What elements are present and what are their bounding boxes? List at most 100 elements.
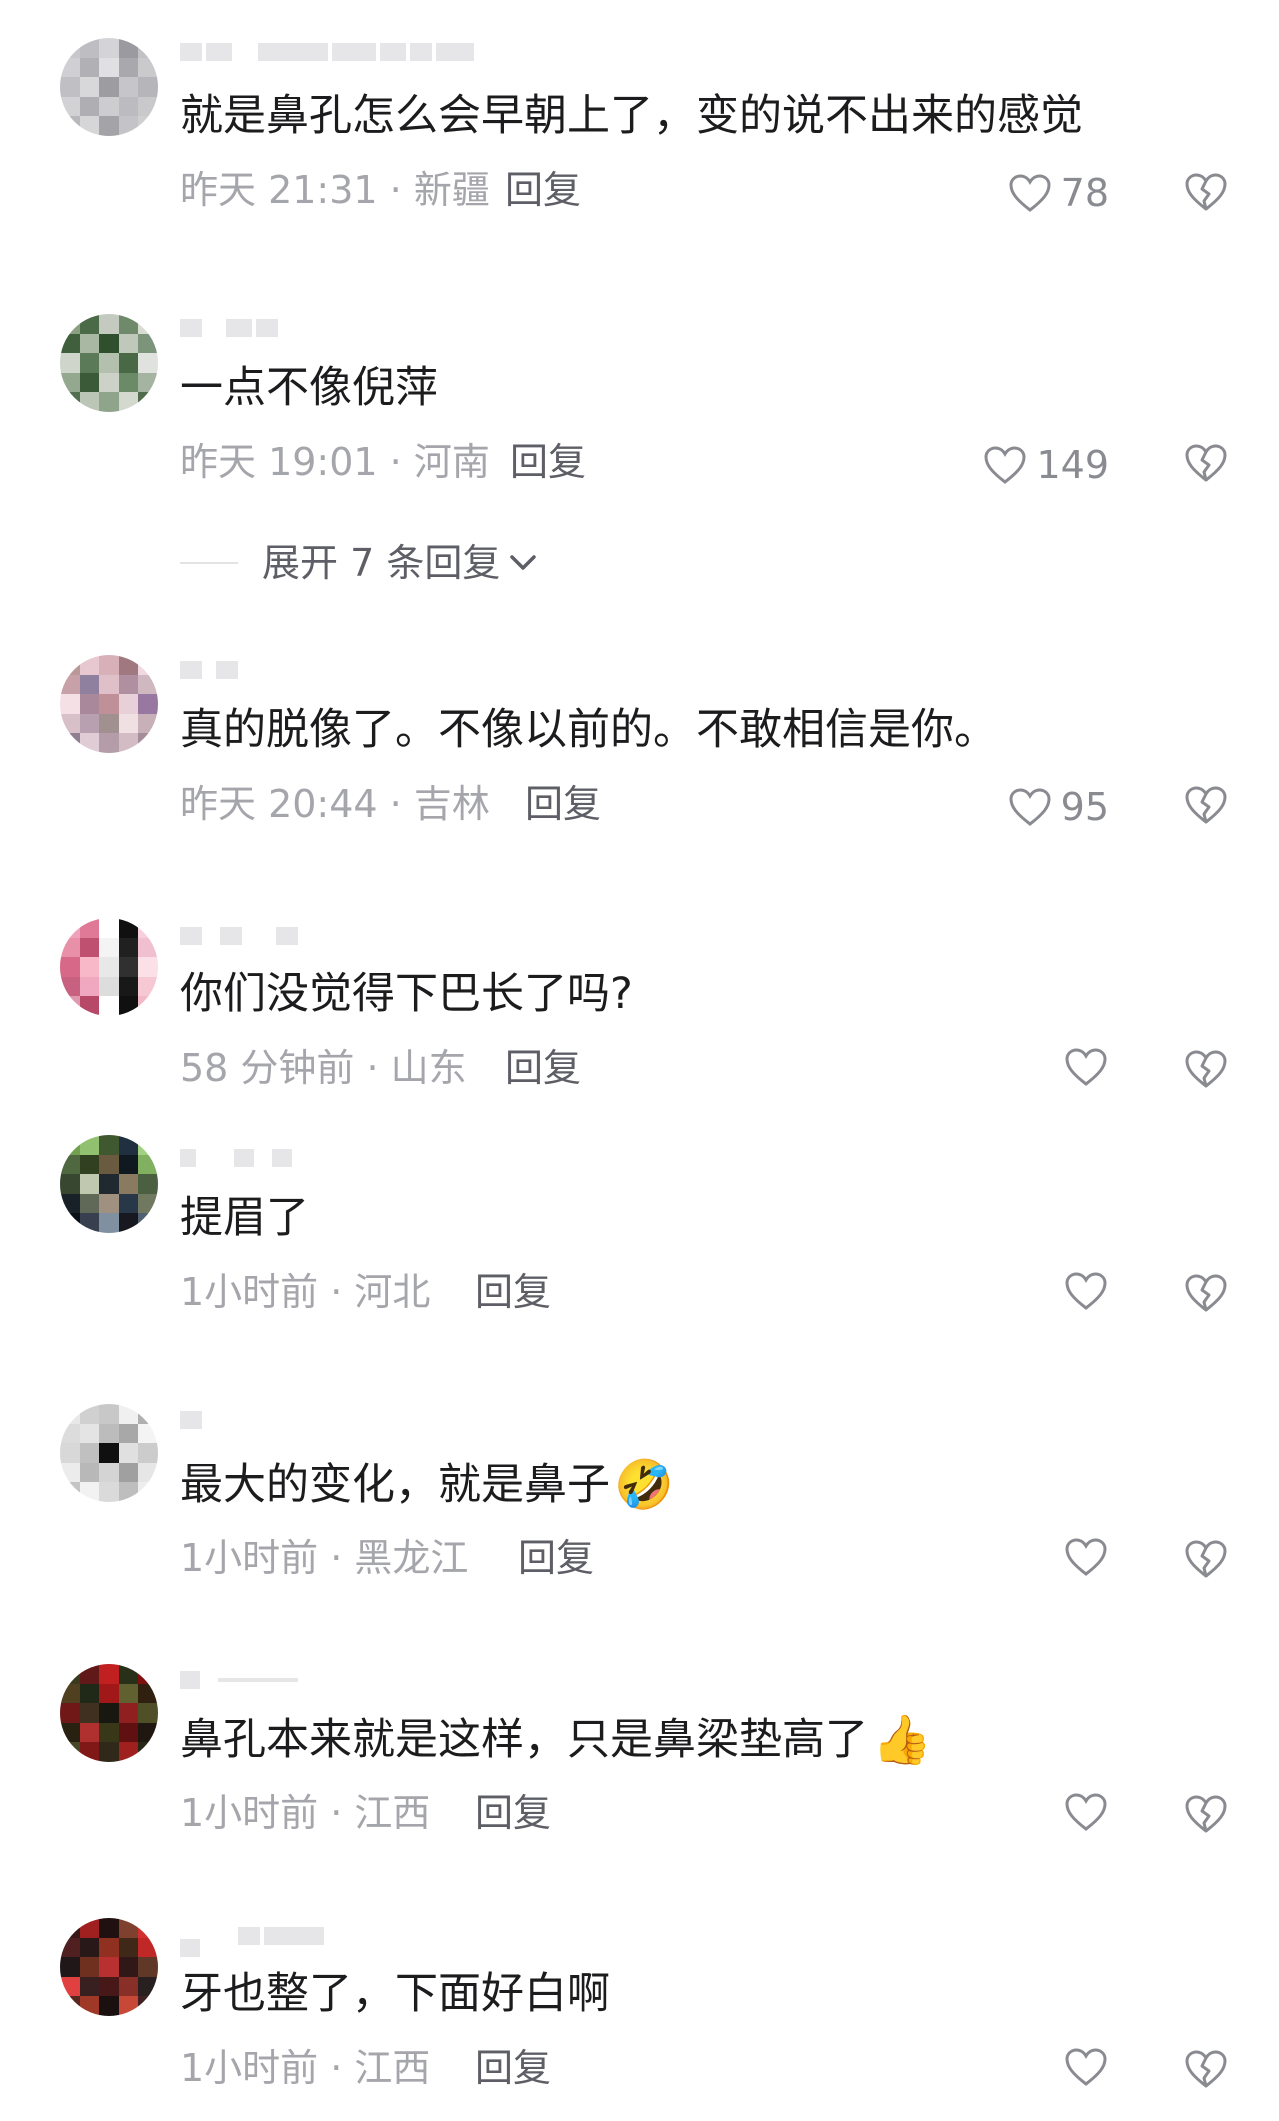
comment-text: 提眉了: [180, 1190, 309, 1246]
reply-button[interactable]: 回复: [475, 1267, 551, 1317]
avatar-pixel: [99, 57, 119, 78]
username-blurred[interactable]: [180, 1408, 202, 1432]
avatar-pixel: [118, 674, 139, 695]
avatar-pixel: [60, 1213, 80, 1233]
avatar-pixel: [79, 733, 100, 753]
username-blurred[interactable]: [180, 924, 298, 948]
avatar-pixel: [99, 1404, 119, 1424]
avatar-pixel: [79, 1957, 100, 1977]
avatar-pixel: [60, 1722, 80, 1743]
like-button[interactable]: [1063, 1270, 1109, 1312]
avatar-pixel: [138, 996, 158, 1016]
comment-text-content: 真的脱像了。不像以前的。不敢相信是你。: [180, 705, 997, 755]
avatar-pixel: [138, 957, 158, 977]
avatar-pixel: [79, 1703, 100, 1723]
username-blurred[interactable]: [180, 1146, 292, 1170]
reply-button[interactable]: 回复: [505, 1043, 581, 1093]
expand-replies-button[interactable]: 展开 7 条回复: [180, 538, 538, 588]
avatar-pixel: [118, 1664, 139, 1684]
username-blurred[interactable]: [180, 1668, 298, 1692]
avatar[interactable]: [60, 314, 158, 412]
thumbs-up-emoji: 👍: [872, 1712, 932, 1768]
comment-text: 就是鼻孔怎么会早朝上了，变的说不出来的感觉: [180, 88, 1083, 144]
avatar-pixel: [118, 1742, 139, 1762]
avatar-pixel: [138, 1213, 158, 1233]
broken-heart-icon[interactable]: [1183, 1048, 1229, 1090]
avatar-pixel: [79, 372, 100, 393]
comment-text: 牙也整了，下面好白啊: [180, 1966, 610, 2022]
avatar-pixel: [79, 1213, 100, 1233]
avatar-pixel: [118, 1683, 139, 1704]
avatar[interactable]: [60, 1404, 158, 1502]
avatar-pixel: [99, 96, 119, 117]
avatar[interactable]: [60, 38, 158, 136]
username-blurred[interactable]: [180, 1924, 324, 1957]
username-blurred[interactable]: [180, 658, 238, 682]
comment-meta: 1小时前 · 河北: [180, 1270, 431, 1314]
like-button[interactable]: 78: [1007, 168, 1109, 218]
avatar-pixel: [138, 1404, 158, 1424]
reply-button[interactable]: 回复: [475, 2043, 551, 2093]
reply-button[interactable]: 回复: [525, 779, 601, 829]
avatar-pixel: [99, 1423, 119, 1444]
like-button[interactable]: [1063, 1046, 1109, 1088]
broken-heart-icon[interactable]: [1183, 2048, 1229, 2090]
avatar-pixel: [138, 1957, 158, 1977]
avatar-pixel: [118, 314, 139, 334]
comment-meta: 昨天 19:01 · 河南: [180, 440, 490, 484]
avatar-pixel: [138, 1722, 158, 1743]
broken-heart-icon[interactable]: [1183, 171, 1229, 213]
username-blurred[interactable]: [180, 40, 474, 64]
like-button[interactable]: [1063, 1536, 1109, 1578]
avatar-pixel: [138, 77, 158, 97]
username-blurred[interactable]: [180, 316, 278, 340]
avatar[interactable]: [60, 918, 158, 1016]
avatar-pixel: [118, 918, 139, 938]
avatar-pixel: [99, 918, 119, 938]
like-button[interactable]: [1063, 1791, 1109, 1833]
broken-heart-icon[interactable]: [1183, 442, 1229, 484]
avatar-pixel: [60, 976, 80, 997]
avatar-pixel: [79, 996, 100, 1016]
avatar-pixel: [60, 96, 80, 117]
avatar-pixel: [138, 1462, 158, 1483]
avatar-pixel: [99, 1154, 119, 1175]
avatar-pixel: [118, 976, 139, 997]
avatar-pixel: [118, 77, 139, 97]
broken-heart-icon[interactable]: [1183, 784, 1229, 826]
avatar-pixel: [118, 116, 139, 136]
avatar-pixel: [99, 733, 119, 753]
avatar-pixel: [60, 1193, 80, 1214]
avatar-pixel: [79, 1174, 100, 1194]
avatar-pixel: [79, 1154, 100, 1175]
avatar-pixel: [118, 1193, 139, 1214]
avatar[interactable]: [60, 1664, 158, 1762]
avatar-pixel: [60, 1918, 80, 1938]
avatar-pixel: [118, 957, 139, 977]
reply-button[interactable]: 回复: [510, 437, 586, 487]
reply-button[interactable]: 回复: [475, 1788, 551, 1838]
avatar-pixel: [118, 937, 139, 958]
reply-button[interactable]: 回复: [518, 1533, 594, 1583]
avatar-pixel: [79, 1135, 100, 1155]
comment-meta: 昨天 20:44 · 吉林: [180, 782, 490, 826]
broken-heart-icon[interactable]: [1183, 1538, 1229, 1580]
avatar[interactable]: [60, 1918, 158, 2016]
avatar-pixel: [99, 713, 119, 734]
like-button[interactable]: 95: [1007, 782, 1109, 832]
heart-icon: [1065, 1793, 1107, 1831]
avatar-pixel: [138, 1918, 158, 1938]
avatar-pixel: [60, 733, 80, 753]
reply-button[interactable]: 回复: [505, 165, 581, 215]
broken-heart-icon[interactable]: [1183, 1272, 1229, 1314]
avatar-pixel: [99, 1193, 119, 1214]
avatar-pixel: [138, 1703, 158, 1723]
broken-heart-icon[interactable]: [1183, 1793, 1229, 1835]
like-button[interactable]: 149: [982, 440, 1109, 490]
avatar-pixel: [99, 116, 119, 136]
like-button[interactable]: [1063, 2046, 1109, 2088]
avatar[interactable]: [60, 1135, 158, 1233]
avatar[interactable]: [60, 655, 158, 753]
heart-icon: [1065, 1272, 1107, 1310]
avatar-pixel: [79, 96, 100, 117]
